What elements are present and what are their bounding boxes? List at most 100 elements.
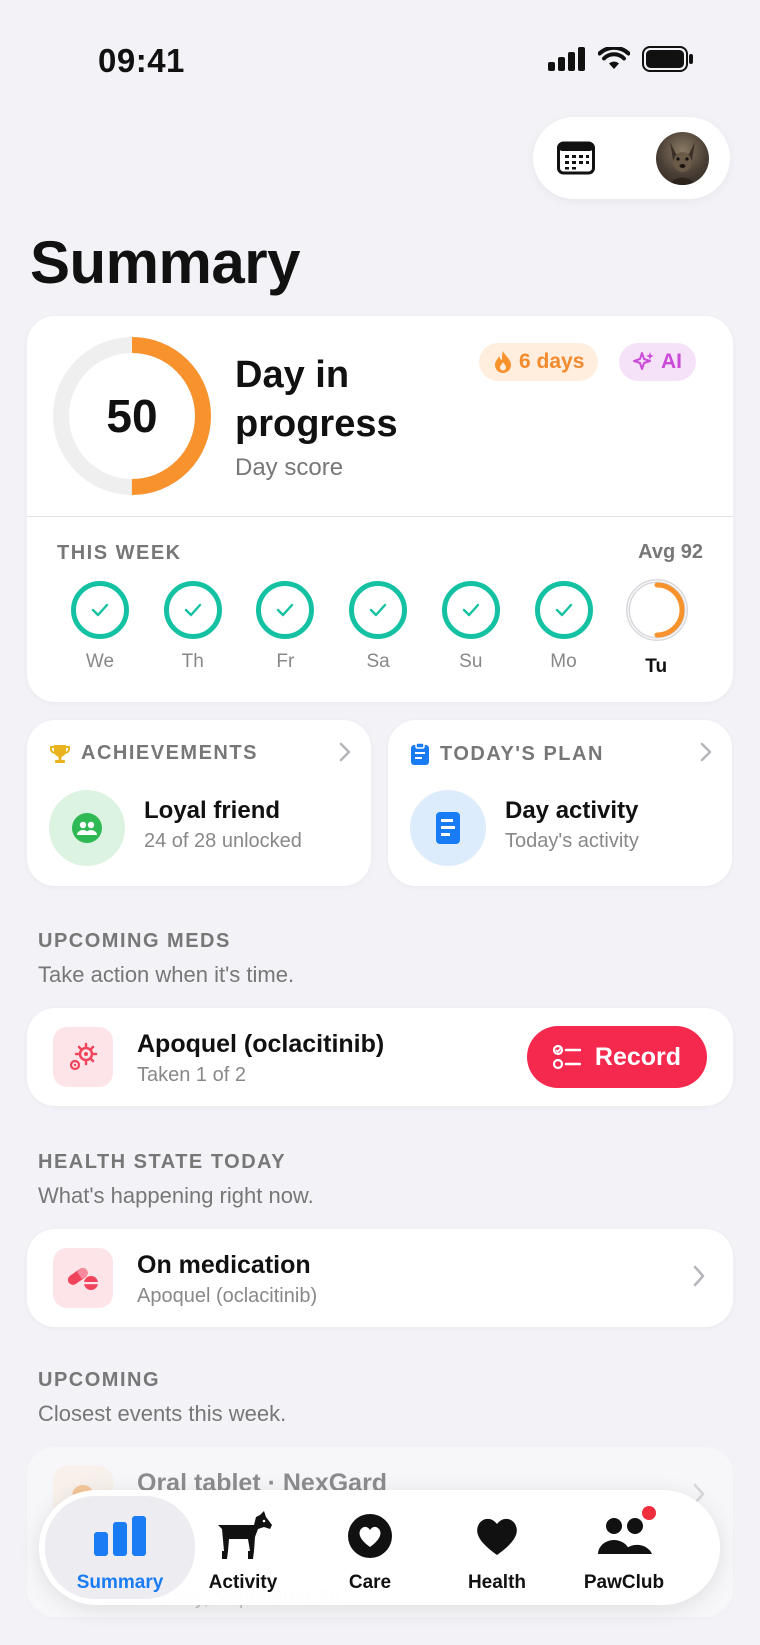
- week-day-label: Mo: [550, 651, 577, 672]
- document-icon: [436, 812, 460, 844]
- ai-label: AI: [661, 350, 682, 373]
- week-day[interactable]: Th: [160, 581, 226, 673]
- checkmark-icon: [462, 603, 479, 617]
- status-time: 09:41: [98, 42, 185, 79]
- med-icon-tile: [53, 1027, 113, 1087]
- record-button[interactable]: Record: [527, 1026, 707, 1088]
- tab-label: Summary: [76, 1572, 164, 1593]
- week-day[interactable]: Sa: [345, 581, 411, 673]
- week-day-row: We Th Fr Sa Su Mo Tu: [67, 579, 707, 681]
- this-week-label: THIS WEEK: [57, 542, 182, 564]
- todays-plan-card[interactable]: TODAY'S PLAN Day activity Today's activi…: [388, 720, 732, 886]
- card-divider: [27, 516, 733, 517]
- people-icon: [598, 1518, 652, 1554]
- tab-pawclub[interactable]: PawClub: [559, 1490, 689, 1605]
- week-day-label: Th: [181, 651, 204, 672]
- todays-plan-heading: TODAY'S PLAN: [440, 742, 604, 765]
- checkmark-icon: [277, 603, 294, 617]
- plan-title: Day activity: [505, 797, 639, 824]
- week-day[interactable]: Su: [438, 581, 504, 673]
- checkmark-icon: [555, 603, 572, 617]
- med-name: Apoquel (oclacitinib): [137, 1030, 385, 1058]
- header-actions: [533, 117, 730, 199]
- upcoming-label: UPCOMING: [38, 1369, 160, 1391]
- week-day[interactable]: Mo: [531, 581, 597, 673]
- tab-bar: Summary Activity Care Health PawClub: [39, 1490, 720, 1605]
- week-average: Avg 92: [638, 541, 703, 563]
- heart-icon: [477, 1518, 517, 1555]
- week-day-label: We: [85, 651, 115, 672]
- achievements-header: ACHIEVEMENTS: [49, 742, 258, 765]
- day-complete-circle: [441, 581, 500, 639]
- upcoming-meds-label: UPCOMING MEDS: [38, 930, 231, 952]
- week-day-label: Su: [459, 651, 483, 672]
- flame-icon: [495, 351, 511, 373]
- med-dose-progress: Taken 1 of 2: [137, 1064, 246, 1086]
- virus-icon: [69, 1042, 98, 1071]
- day-complete-circle: [163, 581, 222, 639]
- week-day[interactable]: Fr: [252, 581, 318, 673]
- tab-label: Health: [467, 1572, 527, 1593]
- calendar-icon: [557, 141, 595, 175]
- notification-dot: [642, 1506, 656, 1520]
- battery-icon: [642, 46, 693, 72]
- streak-label: 6 days: [519, 350, 585, 373]
- health-state-card[interactable]: On medication Apoquel (oclacitinib): [27, 1229, 733, 1327]
- week-day[interactable]: Tu: [623, 579, 689, 678]
- health-state-detail: Apoquel (oclacitinib): [137, 1285, 318, 1307]
- pet-avatar[interactable]: [656, 132, 709, 185]
- wifi-icon: [598, 47, 630, 69]
- health-state-label: HEALTH STATE TODAY: [38, 1151, 287, 1173]
- health-icon-tile: [53, 1248, 113, 1308]
- achievement-title: Loyal friend: [144, 797, 281, 824]
- plan-badge: [410, 790, 486, 866]
- health-state-subtitle: What's happening right now.: [38, 1183, 314, 1208]
- clipboard-icon: [411, 742, 429, 765]
- tab-label: Activity: [208, 1572, 278, 1593]
- cellular-signal-icon: [548, 47, 585, 71]
- dog-icon: [218, 1511, 272, 1559]
- sparkle-icon: [633, 352, 654, 370]
- achievement-badge: [49, 790, 125, 866]
- streak-badge[interactable]: 6 days: [479, 343, 599, 381]
- health-state-title: On medication: [137, 1251, 311, 1279]
- tab-summary[interactable]: Summary: [45, 1496, 195, 1599]
- achievements-card[interactable]: ACHIEVEMENTS Loyal friend 24 of 28 unloc…: [27, 720, 371, 886]
- week-day[interactable]: We: [67, 581, 133, 673]
- ai-badge[interactable]: AI: [619, 343, 696, 381]
- chevron-right-icon: [700, 742, 712, 762]
- med-item-card[interactable]: Apoquel (oclacitinib) Taken 1 of 2 Recor…: [27, 1008, 733, 1106]
- checkmark-icon: [91, 603, 109, 617]
- bar-chart-icon: [94, 1516, 146, 1556]
- upcoming-meds-subtitle: Take action when it's time.: [38, 962, 295, 987]
- trophy-icon: [50, 744, 70, 763]
- upcoming-subtitle: Closest events this week.: [38, 1401, 287, 1426]
- page-title: Summary: [30, 229, 300, 296]
- tab-health[interactable]: Health: [432, 1490, 562, 1605]
- status-bar: 09:41: [0, 0, 760, 120]
- week-day-label: Tu: [645, 656, 668, 677]
- record-label: Record: [594, 1042, 682, 1071]
- checkmark-icon: [369, 603, 387, 617]
- week-day-label: Fr: [276, 651, 295, 672]
- dog-photo-icon: [668, 142, 697, 185]
- pills-icon: [67, 1267, 98, 1290]
- day-score-card[interactable]: 50 Day in progress Day score 6 days AI T…: [27, 316, 733, 702]
- calendar-button[interactable]: [555, 137, 597, 179]
- tab-care[interactable]: Care: [305, 1490, 435, 1605]
- people-circle-icon: [72, 813, 102, 843]
- chevron-right-icon: [339, 742, 351, 762]
- checklist-icon: [552, 1044, 581, 1070]
- achievement-progress: 24 of 28 unlocked: [144, 830, 302, 852]
- day-complete-circle: [256, 581, 315, 639]
- day-complete-circle: [534, 581, 593, 639]
- day-score-label: Day score: [235, 454, 344, 481]
- tab-label: PawClub: [583, 1572, 665, 1593]
- tab-activity[interactable]: Activity: [178, 1490, 308, 1605]
- day-status-title: Day in progress: [235, 354, 398, 445]
- heart-circle-icon: [348, 1514, 392, 1558]
- status-icons: [548, 46, 694, 72]
- chevron-right-icon: [693, 1265, 705, 1287]
- plan-subtitle: Today's activity: [505, 830, 639, 852]
- todays-plan-header: TODAY'S PLAN: [410, 742, 604, 766]
